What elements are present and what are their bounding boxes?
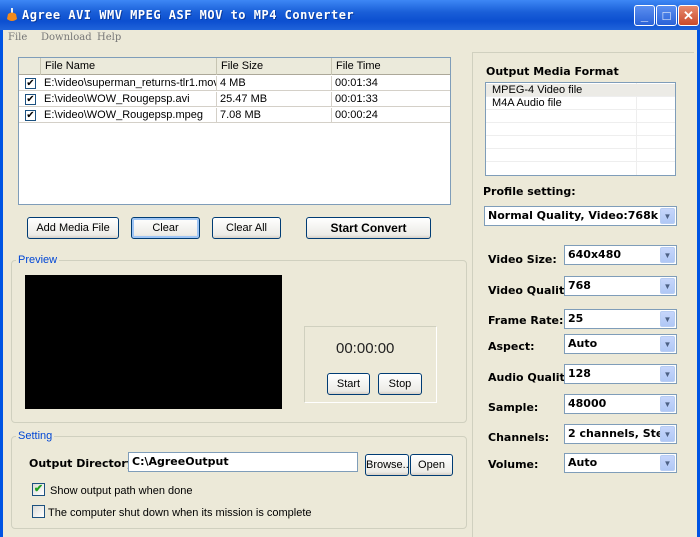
profile-value: Normal Quality, Video:768kbps, Audio:128…: [488, 209, 658, 222]
playback-timer: 00:00:00: [336, 340, 395, 357]
preview-stop-button[interactable]: Stop: [378, 373, 422, 395]
chevron-down-icon[interactable]: ▼: [660, 455, 675, 471]
sample-select[interactable]: 48000 ▼: [564, 394, 677, 414]
chevron-down-icon[interactable]: ▼: [660, 208, 675, 224]
menu-help[interactable]: Help: [97, 32, 121, 43]
profile-select[interactable]: Normal Quality, Video:768kbps, Audio:128…: [484, 206, 677, 226]
file-name: E:\video\WOW_Rougepsp.avi: [41, 92, 217, 107]
chevron-down-icon[interactable]: ▼: [660, 426, 675, 442]
window-title: Agree AVI WMV MPEG ASF MOV to MP4 Conver…: [22, 8, 355, 22]
channels-label: Channels:: [488, 431, 550, 444]
sample-label: Sample:: [488, 401, 539, 414]
frame-rate-select[interactable]: 25 ▼: [564, 309, 677, 329]
file-name: E:\video\superman_returns-tlr1.mov: [41, 76, 217, 91]
file-name: E:\video\WOW_Rougepsp.mpeg: [41, 108, 217, 123]
aspect-value: Auto: [568, 337, 598, 350]
file-size: 4 MB: [217, 76, 332, 91]
format-list-empty-row: [486, 123, 675, 136]
menu-bar: File Download Help: [3, 30, 697, 46]
output-media-format-label: Output Media Format: [486, 65, 619, 78]
aspect-label: Aspect:: [488, 340, 535, 353]
menu-file[interactable]: File: [8, 32, 27, 43]
setting-group-label: Setting: [16, 430, 55, 442]
chevron-down-icon[interactable]: ▼: [660, 396, 675, 412]
frame-rate-label: Frame Rate:: [488, 314, 564, 327]
chevron-down-icon[interactable]: ▼: [660, 278, 675, 294]
preview-group-label: Preview: [16, 254, 60, 266]
start-convert-button[interactable]: Start Convert: [306, 217, 431, 239]
file-size: 25.47 MB: [217, 92, 332, 107]
show-output-path-label: Show output path when done: [50, 485, 193, 497]
channels-value: 2 channels, Stereo: [568, 427, 660, 440]
shutdown-label: The computer shut down when its mission …: [48, 507, 312, 519]
close-button[interactable]: ✕: [678, 5, 699, 26]
video-preview: [25, 275, 282, 409]
sample-value: 48000: [568, 397, 607, 410]
minimize-button[interactable]: _: [634, 5, 655, 26]
menu-download[interactable]: Download: [41, 32, 92, 43]
file-list-header: File Name File Size File Time: [19, 58, 450, 75]
audio-quality-value: 128: [568, 367, 591, 380]
video-size-label: Video Size:: [488, 253, 557, 266]
chevron-down-icon[interactable]: ▼: [660, 311, 675, 327]
audio-quality-select[interactable]: 128 ▼: [564, 364, 677, 384]
aspect-select[interactable]: Auto ▼: [564, 334, 677, 354]
format-list-empty-row: [486, 110, 675, 123]
video-size-select[interactable]: 640x480 ▼: [564, 245, 677, 265]
add-media-file-button[interactable]: Add Media File: [27, 217, 119, 239]
output-directory-input[interactable]: C:\AgreeOutput: [128, 452, 358, 472]
frame-rate-value: 25: [568, 312, 584, 325]
file-row[interactable]: ✔ E:\video\WOW_Rougepsp.avi 25.47 MB 00:…: [19, 92, 450, 107]
chevron-down-icon[interactable]: ▼: [660, 366, 675, 382]
volume-label: Volume:: [488, 458, 539, 471]
channels-select[interactable]: 2 channels, Stereo ▼: [564, 424, 677, 444]
browse-button[interactable]: Browse..: [365, 454, 409, 476]
output-format-list[interactable]: MPEG-4 Video file M4A Audio file: [485, 82, 676, 176]
open-button[interactable]: Open: [410, 454, 453, 476]
title-bar[interactable]: Agree AVI WMV MPEG ASF MOV to MP4 Conver…: [0, 0, 700, 30]
chevron-down-icon[interactable]: ▼: [660, 247, 675, 263]
format-item-label: MPEG-4 Video file: [492, 84, 583, 96]
file-list[interactable]: File Name File Size File Time ✔ E:\video…: [18, 57, 451, 205]
volume-select[interactable]: Auto ▼: [564, 453, 677, 473]
file-row-checkbox[interactable]: ✔: [25, 78, 36, 89]
file-size: 7.08 MB: [217, 108, 332, 123]
clear-button[interactable]: Clear: [131, 217, 200, 239]
video-size-value: 640x480: [568, 248, 622, 261]
file-row[interactable]: ✔ E:\video\WOW_Rougepsp.mpeg 7.08 MB 00:…: [19, 108, 450, 123]
format-item-m4a[interactable]: M4A Audio file: [486, 97, 675, 110]
video-quality-label: Video Quality:: [488, 284, 576, 297]
format-item-mpeg4[interactable]: MPEG-4 Video file: [486, 84, 675, 97]
show-output-path-checkbox[interactable]: ✔: [32, 483, 45, 496]
clear-all-button[interactable]: Clear All: [212, 217, 281, 239]
chevron-down-icon[interactable]: ▼: [660, 336, 675, 352]
check-column-header: [19, 58, 41, 75]
format-list-empty-row: [486, 149, 675, 162]
file-row-checkbox[interactable]: ✔: [25, 110, 36, 121]
profile-setting-label: Profile setting:: [483, 185, 576, 198]
format-item-label: M4A Audio file: [492, 97, 562, 109]
file-time: 00:01:34: [335, 77, 378, 89]
app-icon: [7, 8, 17, 21]
output-directory-label: Output Directory:: [29, 457, 139, 470]
format-list-empty-row: [486, 136, 675, 149]
column-header-file-size[interactable]: File Size: [217, 58, 332, 75]
file-row[interactable]: ✔ E:\video\superman_returns-tlr1.mov 4 M…: [19, 76, 450, 91]
preview-start-button[interactable]: Start: [327, 373, 370, 395]
file-time: 00:00:24: [335, 109, 378, 121]
shutdown-checkbox[interactable]: [32, 505, 45, 518]
column-header-file-time[interactable]: File Time: [332, 58, 450, 75]
column-header-file-name[interactable]: File Name: [41, 58, 217, 75]
volume-value: Auto: [568, 456, 598, 469]
video-quality-value: 768: [568, 279, 591, 292]
file-row-checkbox[interactable]: ✔: [25, 94, 36, 105]
maximize-button[interactable]: □: [656, 5, 677, 26]
file-time: 00:01:33: [335, 93, 378, 105]
video-quality-select[interactable]: 768 ▼: [564, 276, 677, 296]
